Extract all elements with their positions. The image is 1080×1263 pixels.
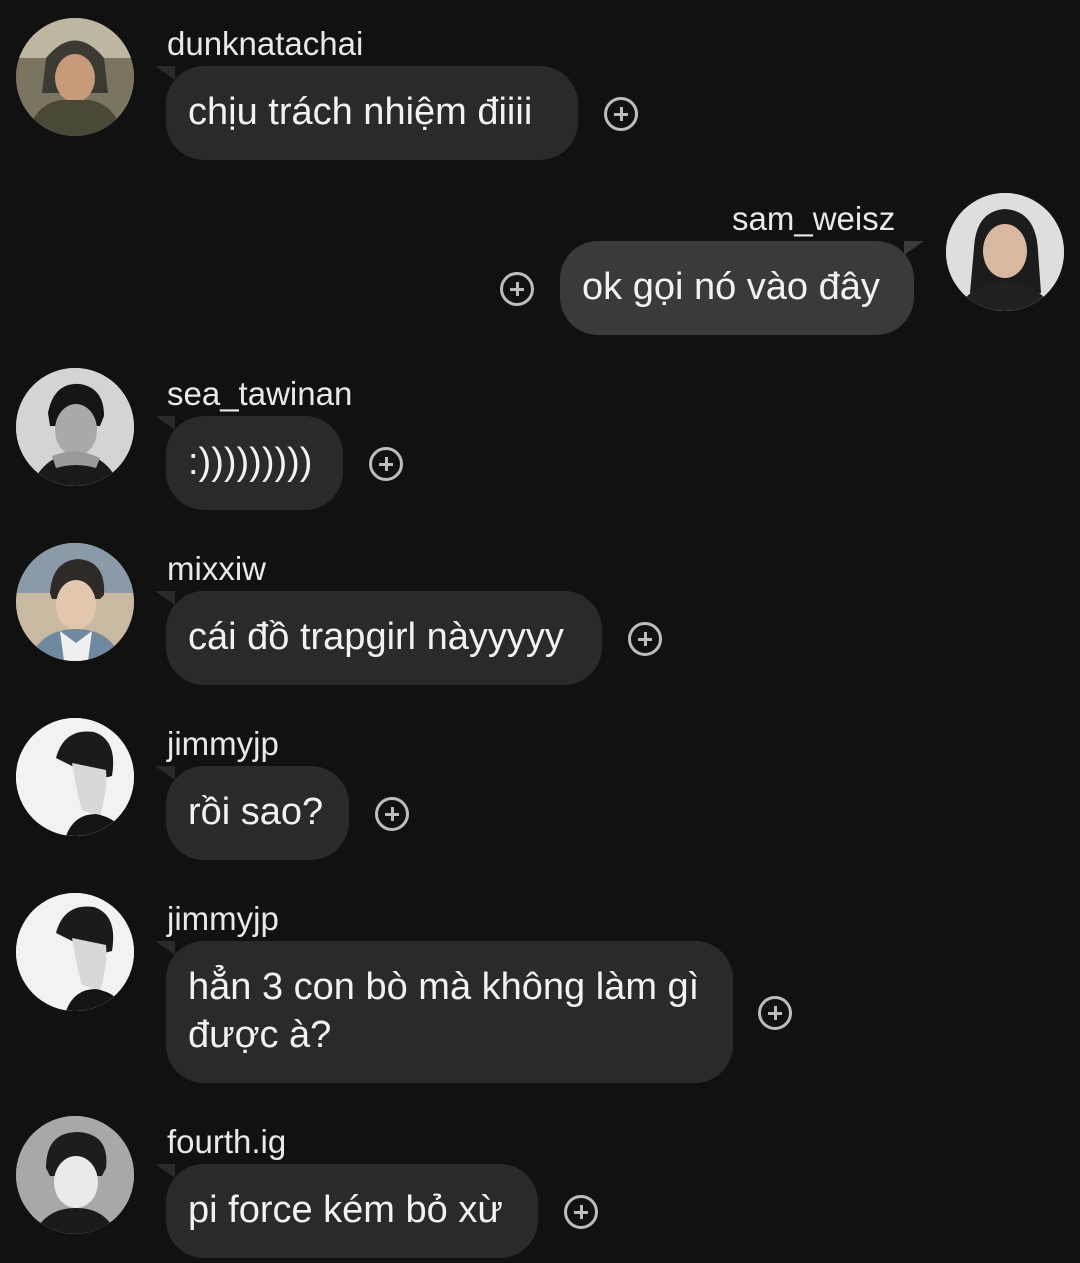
avatar[interactable] — [16, 893, 134, 1011]
username[interactable]: dunknatachai — [167, 24, 363, 64]
avatar[interactable] — [16, 368, 134, 486]
avatar[interactable] — [16, 543, 134, 661]
message-bubble[interactable]: cái đồ trapgirl nàyyyyy — [166, 591, 602, 685]
add-reaction-icon[interactable] — [375, 797, 409, 831]
avatar[interactable] — [16, 18, 134, 136]
avatar[interactable] — [16, 718, 134, 836]
message-bubble[interactable]: hẳn 3 con bò mà không làm gì được à? — [166, 941, 733, 1083]
bubble-tail — [155, 591, 175, 605]
add-reaction-icon[interactable] — [758, 996, 792, 1030]
bubble-tail — [155, 1164, 175, 1178]
username[interactable]: jimmyjp — [167, 899, 279, 939]
username[interactable]: mixxiw — [167, 549, 266, 589]
message-bubble[interactable]: :))))))))) — [166, 416, 343, 510]
username[interactable]: jimmyjp — [167, 724, 279, 764]
add-reaction-icon[interactable] — [500, 272, 534, 306]
bubble-tail — [904, 241, 924, 255]
bubble-tail — [155, 941, 175, 955]
avatar[interactable] — [16, 1116, 134, 1234]
username[interactable]: sam_weisz — [732, 199, 895, 239]
message-bubble[interactable]: pi force kém bỏ xừ — [166, 1164, 538, 1258]
message-bubble[interactable]: rồi sao? — [166, 766, 349, 860]
username[interactable]: sea_tawinan — [167, 374, 352, 414]
avatar[interactable] — [946, 193, 1064, 311]
message-bubble[interactable]: ok gọi nó vào đây — [560, 241, 914, 335]
add-reaction-icon[interactable] — [604, 97, 638, 131]
bubble-tail — [155, 766, 175, 780]
username[interactable]: fourth.ig — [167, 1122, 286, 1162]
message-bubble[interactable]: chịu trách nhiệm điiii — [166, 66, 578, 160]
bubble-tail — [155, 416, 175, 430]
bubble-tail — [155, 66, 175, 80]
add-reaction-icon[interactable] — [564, 1195, 598, 1229]
add-reaction-icon[interactable] — [628, 622, 662, 656]
add-reaction-icon[interactable] — [369, 447, 403, 481]
